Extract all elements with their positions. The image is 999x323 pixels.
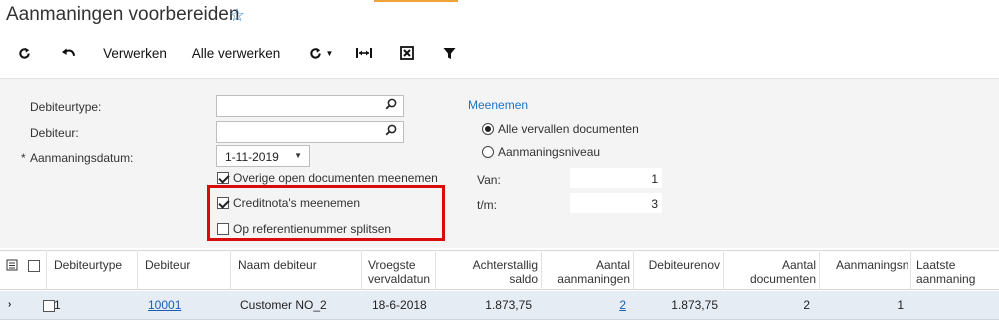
column-separator <box>723 250 724 290</box>
column-separator <box>633 250 634 290</box>
all-overdue-radio[interactable] <box>482 123 494 135</box>
col-header-debtor-balance[interactable]: Debiteurenov <box>640 258 720 272</box>
fit-columns-icon[interactable] <box>355 44 373 62</box>
dunning-level-option[interactable]: Aanmaningsniveau <box>482 145 600 159</box>
to-value[interactable]: 3 <box>570 193 662 213</box>
refresh-icon[interactable] <box>16 44 32 62</box>
cell-doc-count: 2 <box>803 298 810 312</box>
dunning-level-radio[interactable] <box>482 146 494 158</box>
cell-dunning-level: 1 <box>897 298 904 312</box>
from-field[interactable]: 1 <box>570 168 662 188</box>
process-button[interactable]: Verwerken <box>102 44 168 62</box>
column-separator <box>910 250 911 290</box>
page-title: Aanmaningen voorbereiden <box>6 4 240 25</box>
search-icon[interactable] <box>385 98 397 113</box>
dunning-level-label: Aanmaningsniveau <box>498 145 601 159</box>
debtor-type-label: Debiteurtype: <box>30 100 102 114</box>
column-separator <box>361 250 362 290</box>
required-asterisk: * <box>21 151 26 165</box>
from-label: Van: <box>477 173 501 187</box>
favorite-star-icon[interactable]: ☆ <box>229 5 245 26</box>
col-header-dunning-level[interactable]: Aanmaningsni <box>836 258 908 272</box>
from-value[interactable]: 1 <box>570 168 662 188</box>
other-open-docs-checkbox[interactable] <box>217 172 229 184</box>
dunning-date-input[interactable]: 1-11-2019 ▼ <box>216 145 310 167</box>
all-overdue-label: Alle vervallen documenten <box>498 122 639 136</box>
split-reference-option[interactable]: Op referentienummer splitsen <box>217 222 391 236</box>
include-section-title: Meenemen <box>468 98 529 112</box>
column-separator <box>46 250 47 290</box>
col-header-debtor-type[interactable]: Debiteurtype <box>54 258 122 272</box>
credit-notes-option[interactable]: Creditnota's meenemen <box>217 196 360 210</box>
debtor-type-input[interactable] <box>216 95 404 117</box>
undo-icon[interactable] <box>59 44 77 62</box>
toggle-dropdown-icon[interactable]: ▼ <box>306 44 336 62</box>
credit-notes-label: Creditnota's meenemen <box>233 196 361 210</box>
other-open-docs-label: Overige open documenten meenemen <box>233 171 438 185</box>
excel-export-icon[interactable] <box>399 44 415 62</box>
dunning-date-value: 1-11-2019 <box>225 150 279 164</box>
cell-earliest-due: 18-6-2018 <box>372 298 427 312</box>
column-separator <box>230 250 231 290</box>
chevron-down-icon[interactable]: ▼ <box>294 151 302 160</box>
search-icon[interactable] <box>385 124 397 139</box>
column-separator <box>435 250 436 290</box>
col-header-last-dunning[interactable]: Laatste aanmaning <box>916 258 982 286</box>
debtor-input[interactable] <box>216 121 404 143</box>
col-header-dunning-count[interactable]: Aantal aanmaningen <box>548 258 630 286</box>
column-separator <box>541 250 542 290</box>
filter-icon[interactable] <box>442 44 456 62</box>
all-overdue-option[interactable]: Alle vervallen documenten <box>482 122 639 136</box>
col-header-overdue-balance[interactable]: Achterstallig saldo <box>452 258 538 286</box>
debtor-label: Debiteur: <box>30 126 79 140</box>
dunning-date-label: Aanmaningsdatum: <box>30 151 134 165</box>
row-settings-icon[interactable] <box>6 259 18 274</box>
cell-debtor-name: Customer NO_2 <box>240 298 327 312</box>
cell-overdue-balance: 1.873,75 <box>485 298 532 312</box>
select-all-checkbox[interactable] <box>28 260 40 272</box>
cell-debtor-type: 1 <box>54 298 61 312</box>
split-reference-checkbox[interactable] <box>217 223 229 235</box>
column-separator <box>137 250 138 290</box>
credit-notes-checkbox[interactable] <box>217 197 229 209</box>
other-open-docs-option[interactable]: Overige open documenten meenemen <box>217 171 438 185</box>
to-field[interactable]: 3 <box>570 193 662 213</box>
column-separator <box>819 250 820 290</box>
notification-bar <box>374 0 458 2</box>
cell-dunning-count-link[interactable]: 2 <box>548 298 626 312</box>
cell-debtor-balance: 1.873,75 <box>671 298 718 312</box>
to-label: t/m: <box>477 198 497 212</box>
cell-debtor-link[interactable]: 10001 <box>148 298 181 312</box>
col-header-doc-count[interactable]: Aantal documenten <box>740 258 816 286</box>
col-header-debtor[interactable]: Debiteur <box>145 258 190 272</box>
process-all-button[interactable]: Alle verwerken <box>190 44 282 62</box>
col-header-debtor-name[interactable]: Naam debiteur <box>238 258 317 272</box>
split-reference-label: Op referentienummer splitsen <box>233 222 392 236</box>
col-header-earliest-due[interactable]: Vroegste vervaldatun <box>368 258 430 286</box>
row-indicator-icon: › <box>8 299 12 310</box>
